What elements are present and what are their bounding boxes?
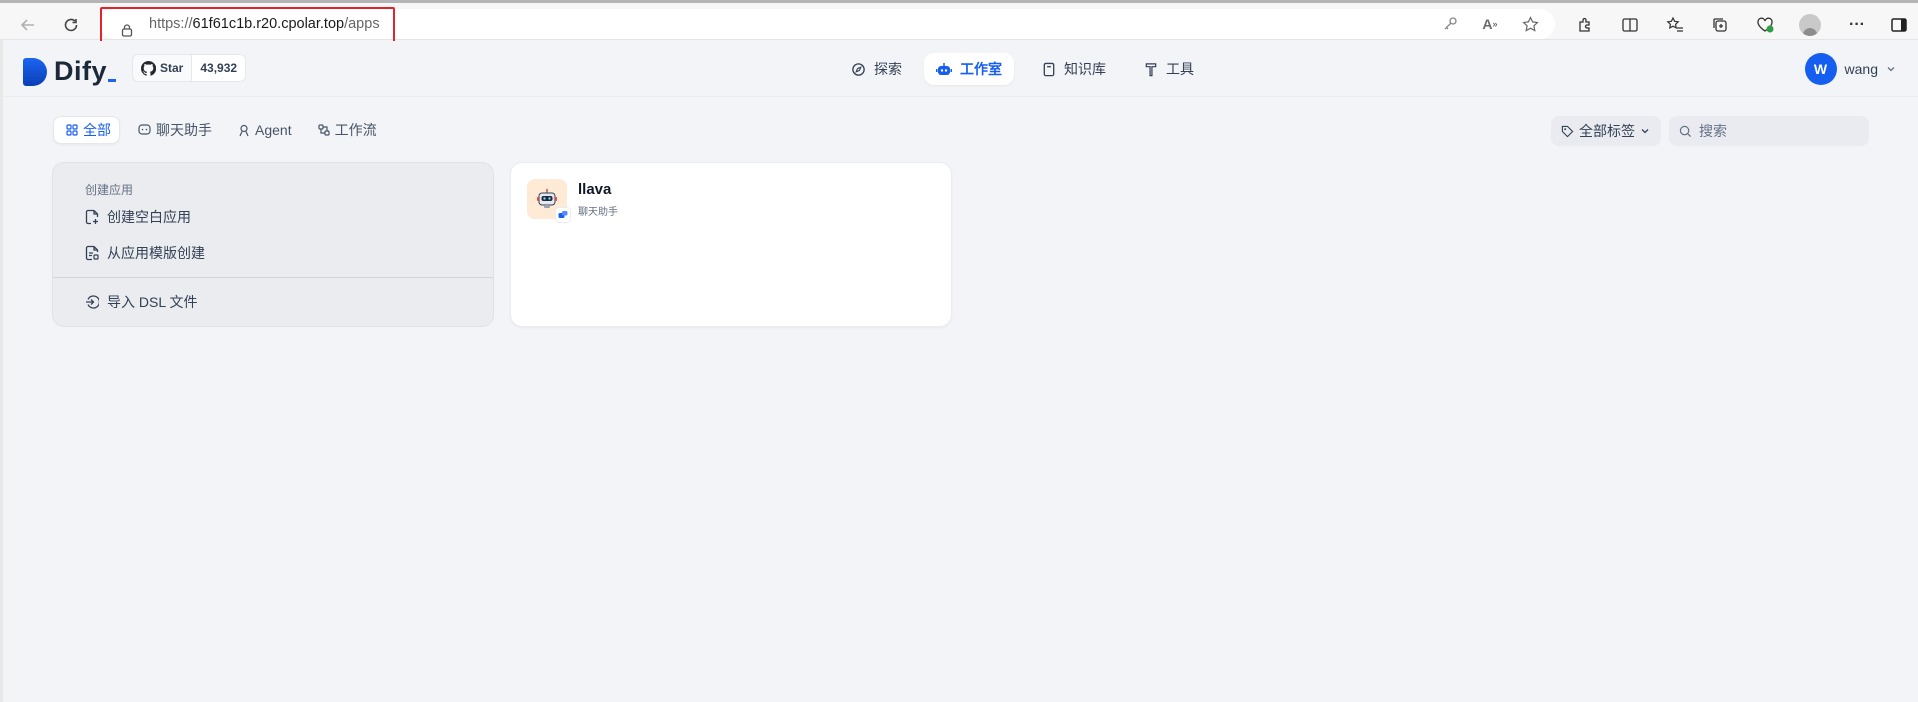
import-dsl-label: 导入 DSL 文件 <box>107 294 198 310</box>
tab-chat-assistant[interactable]: 聊天助手 <box>126 116 220 144</box>
nav-explore-label: 探索 <box>874 61 902 77</box>
create-app-card: 创建应用 创建空白应用 从应用模版创建 导入 DSL 文件 <box>52 162 494 327</box>
tab-agent-label: Agent <box>255 122 292 138</box>
chevron-down-icon <box>1641 129 1649 134</box>
file-template-icon <box>85 245 99 261</box>
search-box[interactable] <box>1669 116 1869 146</box>
tab-workflow[interactable]: 工作流 <box>306 116 385 144</box>
robot-icon <box>936 62 952 75</box>
app-name: llava <box>578 181 612 198</box>
app-header: Dify Star 43,932 探索 工作室 知识库 工具 W wang <box>3 41 1918 97</box>
nav-explore[interactable]: 探索 <box>839 53 914 85</box>
app-card[interactable]: llava 聊天助手 <box>510 162 952 327</box>
nav-studio[interactable]: 工作室 <box>924 53 1014 85</box>
create-app-heading: 创建应用 <box>85 183 134 197</box>
tag-icon <box>1561 125 1574 137</box>
search-input[interactable] <box>1699 123 1849 139</box>
create-blank-app-label: 创建空白应用 <box>107 209 191 225</box>
url-highlight-box <box>100 7 395 43</box>
app-type-badge <box>555 207 571 223</box>
main-nav: 探索 工作室 知识库 工具 <box>3 41 1918 97</box>
app-type-tabs: 全部 聊天助手 Agent 工作流 <box>53 116 385 144</box>
book-icon <box>1043 62 1055 76</box>
tab-agent[interactable]: Agent <box>226 116 300 144</box>
chevron-down-icon <box>1887 67 1895 72</box>
more-icon[interactable]: ··· <box>1845 13 1869 37</box>
sidebar-icon[interactable] <box>1887 13 1911 37</box>
import-dsl-button[interactable]: 导入 DSL 文件 <box>85 290 198 314</box>
app-type-label: 聊天助手 <box>578 207 618 218</box>
agent-icon <box>239 124 249 136</box>
chat-icon <box>138 124 151 135</box>
nav-knowledge[interactable]: 知识库 <box>1030 53 1118 85</box>
explore-icon <box>852 62 865 76</box>
create-card-divider <box>53 277 493 278</box>
user-name: wang <box>1844 61 1878 77</box>
hammer-icon <box>1145 62 1157 76</box>
nav-studio-label: 工作室 <box>960 61 1002 77</box>
read-aloud-icon[interactable]: A» <box>1479 13 1501 35</box>
nav-knowledge-label: 知识库 <box>1064 61 1106 77</box>
tab-workflow-label: 工作流 <box>334 122 377 138</box>
tag-filter-label: 全部标签 <box>1579 123 1635 139</box>
user-menu[interactable]: W wang <box>1804 53 1896 85</box>
browser-essentials-icon[interactable] <box>1753 13 1777 37</box>
back-arrow-icon[interactable] <box>14 11 42 39</box>
collections-icon[interactable] <box>1708 13 1732 37</box>
search-icon <box>1679 125 1692 137</box>
import-icon <box>86 295 99 309</box>
file-plus-icon <box>85 209 99 225</box>
avatar: W <box>1804 53 1837 85</box>
tag-filter-dropdown[interactable]: 全部标签 <box>1551 116 1661 146</box>
browser-toolbar: https://61f61c1b.r20.cpolar.top/apps A» … <box>0 0 1918 43</box>
extensions-icon[interactable] <box>1573 13 1597 37</box>
create-from-template-label: 从应用模版创建 <box>107 245 205 261</box>
profile-icon[interactable] <box>1798 13 1822 37</box>
tab-all[interactable]: 全部 <box>53 116 120 144</box>
chat-bubble-icon <box>558 211 568 218</box>
key-icon[interactable] <box>1439 13 1461 35</box>
favorite-star-icon[interactable] <box>1519 13 1541 35</box>
grid-icon <box>66 124 78 136</box>
create-from-template-button[interactable]: 从应用模版创建 <box>85 241 205 265</box>
refresh-icon[interactable] <box>57 11 85 39</box>
tab-all-label: 全部 <box>83 122 111 138</box>
nav-tools-label: 工具 <box>1166 61 1194 77</box>
create-blank-app-button[interactable]: 创建空白应用 <box>85 205 191 229</box>
nav-tools[interactable]: 工具 <box>1132 53 1206 85</box>
tab-chat-label: 聊天助手 <box>156 122 212 138</box>
favorites-icon[interactable] <box>1663 13 1687 37</box>
window-edge <box>0 40 3 702</box>
split-screen-icon[interactable] <box>1618 13 1642 37</box>
workflow-icon <box>317 124 330 136</box>
